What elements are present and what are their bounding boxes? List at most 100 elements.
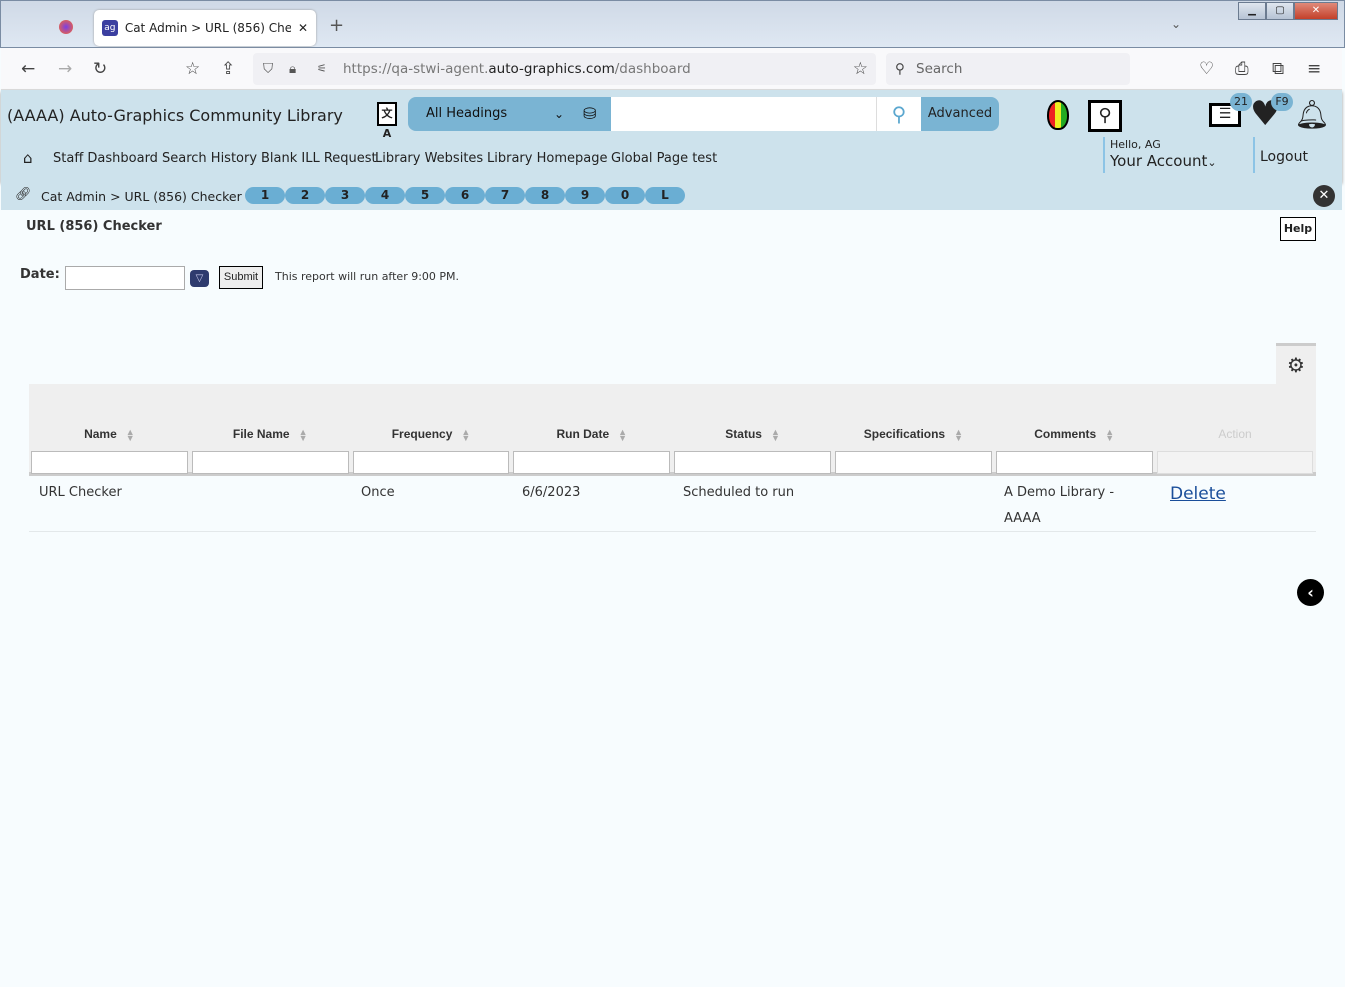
minimize-icon[interactable]: ▁ bbox=[1238, 2, 1266, 20]
app-header: (AAAA) Auto-Graphics Community Library 文… bbox=[1, 90, 1342, 182]
back-icon[interactable]: ← bbox=[21, 59, 35, 79]
column-filter-input bbox=[1156, 451, 1314, 474]
sort-icon[interactable]: ▲ ▼ bbox=[126, 427, 135, 442]
divider bbox=[1103, 137, 1105, 173]
nav-staff-dashboard[interactable]: Staff Dashboard bbox=[53, 151, 158, 166]
cell-frequency: Once bbox=[361, 485, 395, 500]
search-icon: ⚲ bbox=[895, 61, 905, 77]
calendar-dropdown-icon[interactable]: ▽ bbox=[190, 270, 209, 287]
reload-icon[interactable]: ↻ bbox=[93, 59, 107, 79]
column-header[interactable]: Run Date ▲ ▼ bbox=[511, 427, 672, 442]
close-window-icon[interactable]: ✕ bbox=[1294, 2, 1338, 20]
column-header[interactable]: Status ▲ ▼ bbox=[672, 427, 833, 442]
letter-nav-L[interactable]: L bbox=[645, 187, 685, 204]
nav-library-homepage[interactable]: Library Homepage bbox=[487, 151, 607, 166]
letter-nav-8[interactable]: 8 bbox=[525, 187, 565, 204]
sort-icon[interactable]: ▲ ▼ bbox=[771, 427, 780, 442]
cell-name: URL Checker bbox=[39, 485, 122, 500]
site-favicon-icon: ag bbox=[102, 20, 118, 36]
maximize-icon[interactable]: ▢ bbox=[1266, 2, 1294, 20]
letter-nav-6[interactable]: 6 bbox=[445, 187, 485, 204]
column-header[interactable]: Comments ▲ ▼ bbox=[994, 427, 1155, 442]
sort-icon[interactable]: ▲ ▼ bbox=[954, 427, 963, 442]
close-icon[interactable]: ✕ bbox=[1313, 185, 1335, 207]
column-header[interactable]: Name ▲ ▼ bbox=[29, 427, 190, 442]
collapse-left-icon[interactable]: ‹ bbox=[1297, 579, 1324, 606]
letter-nav-2[interactable]: 2 bbox=[285, 187, 325, 204]
url-bar[interactable]: ⛉ 🔒︎ ⚟ https://qa-stwi-agent.auto-graphi… bbox=[253, 53, 876, 85]
home-icon[interactable]: ⌂ bbox=[23, 149, 33, 167]
column-filter-input[interactable] bbox=[674, 451, 831, 474]
share-icon[interactable]: ⇪ bbox=[221, 59, 235, 79]
advanced-search-button[interactable]: Advanced bbox=[921, 97, 999, 131]
browser-tab[interactable]: ag Cat Admin > URL (856) Checker ✕ bbox=[94, 10, 316, 46]
column-filter-input[interactable] bbox=[835, 451, 992, 474]
sort-icon[interactable]: ▲ ▼ bbox=[1105, 427, 1114, 442]
column-label: Status bbox=[725, 427, 762, 441]
bell-icon[interactable]: 🔔︎ bbox=[1294, 98, 1330, 131]
letter-nav-5[interactable]: 5 bbox=[405, 187, 445, 204]
database-icon[interactable]: ⛁ bbox=[583, 97, 596, 131]
nav-search-history[interactable]: Search History bbox=[162, 151, 257, 166]
column-label: Action bbox=[1218, 427, 1252, 441]
forward-icon[interactable]: → bbox=[58, 59, 72, 79]
column-filter-input[interactable] bbox=[352, 451, 510, 474]
shield-icon: ⛉ bbox=[263, 61, 274, 77]
scheduled-reports-table: Name ▲ ▼ File Name ▲ ▼ Frequency ▲ ▼ Run Date ▲ ▼ St… bbox=[29, 384, 1316, 532]
column-filter-input[interactable] bbox=[513, 451, 671, 474]
date-input[interactable] bbox=[65, 266, 185, 290]
search-button[interactable]: ⚲ bbox=[876, 97, 921, 131]
new-tab-icon[interactable]: + bbox=[329, 15, 344, 36]
menu-icon[interactable]: ≡ bbox=[1307, 59, 1321, 79]
column-filter-input[interactable] bbox=[995, 451, 1153, 474]
breadcrumb: Cat Admin > URL (856) Checker bbox=[41, 189, 242, 204]
window-controls: ▁ ▢ ✕ bbox=[1238, 2, 1338, 20]
column-filter-input[interactable] bbox=[191, 451, 349, 474]
column-header[interactable]: File Name ▲ ▼ bbox=[190, 427, 351, 442]
letter-nav-0[interactable]: 0 bbox=[605, 187, 645, 204]
letter-nav-7[interactable]: 7 bbox=[485, 187, 525, 204]
link-icon: 🔗︎ bbox=[15, 187, 32, 202]
column-header[interactable]: Frequency ▲ ▼ bbox=[351, 427, 512, 442]
help-button[interactable]: Help bbox=[1280, 217, 1316, 241]
column-header[interactable]: Specifications ▲ ▼ bbox=[833, 427, 994, 442]
balloon-icon[interactable] bbox=[1047, 100, 1069, 130]
close-tab-icon[interactable]: ✕ bbox=[298, 21, 308, 35]
sort-icon[interactable]: ▲ ▼ bbox=[299, 427, 308, 442]
letter-nav-9[interactable]: 9 bbox=[565, 187, 605, 204]
browser-search-input[interactable]: ⚲ Search bbox=[886, 53, 1130, 85]
star-icon[interactable]: ☆ bbox=[853, 53, 868, 85]
search-catalog-icon[interactable]: ⚲ bbox=[1088, 100, 1122, 132]
tab-list-chevron-icon[interactable]: ⌄ bbox=[1171, 17, 1181, 31]
print-icon[interactable]: ⎙ bbox=[1235, 59, 1249, 79]
letter-nav-1[interactable]: 1 bbox=[245, 187, 285, 204]
column-filter-input[interactable] bbox=[31, 451, 188, 474]
letter-nav-3[interactable]: 3 bbox=[325, 187, 365, 204]
logout-link[interactable]: Logout bbox=[1260, 149, 1308, 165]
nav-global-page-test[interactable]: Global Page test bbox=[611, 151, 717, 166]
settings-gear-icon[interactable]: ⚙ bbox=[1276, 343, 1316, 384]
date-label: Date: bbox=[20, 267, 60, 282]
nav-library-websites[interactable]: Library Websites bbox=[375, 151, 483, 166]
account-menu[interactable]: Your Account⌄ bbox=[1110, 152, 1217, 170]
extensions-icon[interactable]: ⧉ bbox=[1272, 59, 1284, 79]
library-name: (AAAA) Auto-Graphics Community Library bbox=[7, 106, 343, 125]
cell-run-date: 6/6/2023 bbox=[522, 485, 581, 500]
letter-nav-4[interactable]: 4 bbox=[365, 187, 405, 204]
translate-icon[interactable]: 文A bbox=[377, 102, 397, 140]
catalog-search-input[interactable] bbox=[611, 97, 876, 131]
sort-icon[interactable]: ▲ ▼ bbox=[618, 427, 627, 442]
sort-icon[interactable]: ▲ ▼ bbox=[461, 427, 470, 442]
column-label: Frequency bbox=[391, 427, 453, 441]
firefox-icon bbox=[59, 20, 73, 34]
search-type-select[interactable]: All Headings ⌄ ⛁ bbox=[408, 97, 611, 131]
column-label: Name bbox=[84, 427, 117, 441]
row-divider bbox=[29, 531, 1316, 532]
column-label: Run Date bbox=[556, 427, 610, 441]
pocket-icon[interactable]: ♡ bbox=[1199, 59, 1214, 79]
nav-blank-ill-request[interactable]: Blank ILL Request bbox=[261, 151, 377, 166]
delete-link[interactable]: Delete bbox=[1170, 484, 1226, 504]
list-count-badge: 21 bbox=[1230, 93, 1252, 111]
bookmark-page-icon[interactable]: ☆ bbox=[185, 59, 200, 79]
submit-button[interactable]: Submit bbox=[219, 266, 263, 289]
